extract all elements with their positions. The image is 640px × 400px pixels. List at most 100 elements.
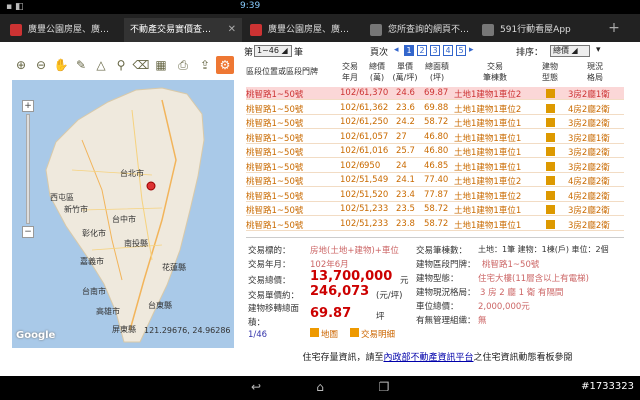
sort-select[interactable]: 總價 ◢ [550, 45, 590, 57]
cell-address: 桃智路1~50號 [246, 119, 304, 129]
layers-icon[interactable]: ▦ [152, 56, 170, 74]
col-date[interactable]: 交易 年月 [338, 61, 362, 83]
building-type-icon[interactable] [546, 205, 555, 214]
cell-area: 58.72 [424, 117, 449, 127]
export-icon[interactable]: ⇪ [196, 56, 214, 74]
map-label: 台南市 [82, 287, 106, 296]
col-count[interactable]: 交易 筆棟數 [460, 61, 530, 83]
building-type-icon[interactable] [546, 219, 555, 229]
housing-platform-link[interactable]: 內政部不動產資訊平台 [383, 353, 473, 363]
building-type-icon[interactable] [546, 118, 555, 127]
table-row[interactable]: 桃智路1~50號 102/6 1,016 25.7 46.80 土地1建物1車位1 3房2廳… [246, 145, 624, 158]
tab-3[interactable]: 廣豐公園房屋、廣… [244, 18, 362, 42]
detail-target-label: 交易標的： [248, 246, 291, 256]
pan-hand-icon[interactable]: ✋ [52, 56, 70, 74]
map-icon [310, 328, 319, 337]
back-icon[interactable]: ↩ [246, 380, 266, 396]
detail-area-label-2: 積： [248, 318, 266, 328]
polygon-icon[interactable]: △ [92, 56, 110, 74]
settings-icon[interactable]: ⚙ [216, 56, 234, 74]
table-row[interactable]: 桃智路1~50號 102/5 1,233 23.5 58.72 土地1建物1車位1 3房2廳… [246, 203, 624, 216]
building-type-icon[interactable] [546, 190, 555, 200]
cell-total: 1,057 [364, 131, 389, 142]
cell-layout: 3房2廳2衛 [568, 119, 610, 129]
table-row[interactable]: 桃智路1~50號 102/6 1,362 23.6 69.88 土地1建物1車位2 4房2廳… [246, 102, 624, 115]
cell-date: 102/5 [340, 218, 365, 229]
cell-area: 58.72 [424, 218, 449, 229]
table-row[interactable]: 桃智路1~50號 102/5 1,520 23.4 77.87 土地1建物1車位2 4房2廳… [246, 189, 624, 202]
col-type[interactable]: 建物 型態 [536, 61, 564, 83]
site-icon [10, 24, 22, 36]
table-row[interactable]: 桃智路1~50號 102/5 1,233 23.8 58.72 土地1建物1車位1 3房2廳… [246, 218, 624, 231]
cell-total: 1,362 [364, 102, 389, 113]
col-area[interactable]: 總面積 (坪) [422, 61, 452, 83]
tab-5[interactable]: 591行動看屋App [476, 18, 596, 42]
pencil-icon[interactable]: ✎ [72, 56, 90, 74]
pager-row: 第 1~46 ◢ 筆 頁次 ◂ 1 2 3 4 5 ▸ 排序： 總價 ◢ ▾ [240, 45, 635, 59]
detail-unit-value: 246,073 [310, 284, 370, 299]
map-button-label: 地圖 [321, 330, 339, 340]
home-icon[interactable]: ⌂ [310, 380, 330, 396]
zoom-in-icon[interactable]: ⊕ [12, 56, 30, 74]
map-view[interactable]: + − 台北市 新竹市 台中市 西屯區 彰化市 南投縣 嘉義市 花蓮縣 台南市 … [12, 80, 234, 348]
cell-address: 桃智路1~50號 [246, 133, 304, 144]
building-type-icon[interactable] [546, 103, 555, 113]
map-label: 台北市 [120, 169, 144, 178]
table-row[interactable]: 桃智路1~50號 102/6 1,370 24.6 69.87 土地1建物1車位2 3房2廳… [246, 87, 624, 100]
pin-icon[interactable]: ⚲ [112, 56, 130, 74]
page-3[interactable]: 3 [430, 45, 440, 56]
building-type-icon[interactable] [546, 132, 555, 142]
status-icons: ▪ ◧ [6, 2, 24, 12]
prev-page-icon[interactable]: ◂ [394, 45, 399, 55]
building-type-icon[interactable] [546, 147, 555, 156]
tab-label: 您所查詢的網頁不… [388, 25, 470, 35]
close-tab-icon[interactable]: ✕ [228, 18, 236, 42]
map-button[interactable]: 地圖 [310, 328, 338, 340]
print-icon[interactable]: ⎙ [174, 56, 192, 74]
pages-label: 頁次 [370, 48, 389, 58]
building-type-icon[interactable] [546, 161, 555, 171]
map-zoom-out-button[interactable]: − [22, 226, 34, 238]
new-tab-button[interactable]: + [604, 18, 624, 38]
r-type-label: 建物型態： [416, 274, 459, 284]
next-page-icon[interactable]: ▸ [469, 45, 474, 55]
tab-4[interactable]: 您所查詢的網頁不… [364, 18, 474, 42]
transaction-detail-button[interactable]: 交易明細 [350, 328, 395, 340]
map-label: 高雄市 [96, 307, 120, 316]
tab-1[interactable]: 廣豐公園房屋、廣… [4, 18, 122, 42]
col-total[interactable]: 總價 (萬) [364, 61, 390, 83]
pager-suffix: 筆 [294, 48, 304, 58]
page-4[interactable]: 4 [443, 45, 453, 56]
cell-address: 桃智路1~50號 [246, 177, 304, 187]
cell-layout: 3房2廳2衛 [568, 148, 610, 158]
col-unit[interactable]: 單價 (萬/坪) [390, 61, 420, 83]
sort-arrow-icon[interactable]: ▾ [596, 45, 601, 55]
clear-icon[interactable]: ⌫ [132, 56, 150, 74]
col-address[interactable]: 區段位置或區段門牌 [246, 66, 336, 77]
tab-2[interactable]: 不動產交易實價查… ✕ [124, 18, 242, 42]
col-type-l1: 建物 [542, 62, 558, 71]
cell-layout: 3房2廳2衛 [568, 162, 610, 173]
cell-total: 1,250 [364, 117, 389, 127]
table-row[interactable]: 桃智路1~50號 102/6 950 24 46.85 土地1建物1車位1 3房2廳2衛 [246, 160, 624, 173]
building-type-icon[interactable] [546, 176, 555, 185]
col-layout[interactable]: 現況 格局 [570, 61, 620, 83]
map-label: 西屯區 [50, 193, 74, 202]
table-row[interactable]: 桃智路1~50號 102/6 1,250 24.2 58.72 土地1建物1車位1 3房2廳… [246, 116, 624, 129]
footer-note: 住宅存量資訊，請至內政部不動產資訊平台之住宅資訊動態看板參閱 [240, 350, 635, 364]
cell-area: 46.80 [424, 131, 449, 142]
page-2[interactable]: 2 [417, 45, 427, 56]
recent-apps-icon[interactable]: ❐ [374, 380, 394, 396]
map-zoom-slider[interactable] [26, 114, 30, 224]
cell-address: 桃智路1~50號 [246, 90, 304, 100]
record-range-select[interactable]: 1~46 ◢ [254, 45, 292, 57]
building-type-icon[interactable] [546, 89, 555, 98]
table-row[interactable]: 桃智路1~50號 102/5 1,549 24.1 77.40 土地1建物1車位2 4房2廳… [246, 174, 624, 187]
zoom-out-icon[interactable]: ⊖ [32, 56, 50, 74]
page-1[interactable]: 1 [404, 45, 414, 56]
cell-count: 土地1建物1車位1 [454, 206, 522, 216]
map-zoom-in-button[interactable]: + [22, 100, 34, 112]
col-date-l1: 交易 [342, 62, 358, 71]
page-5[interactable]: 5 [456, 45, 466, 56]
table-row[interactable]: 桃智路1~50號 102/6 1,057 27 46.80 土地1建物1車位1 3房2廳1衛 [246, 131, 624, 144]
